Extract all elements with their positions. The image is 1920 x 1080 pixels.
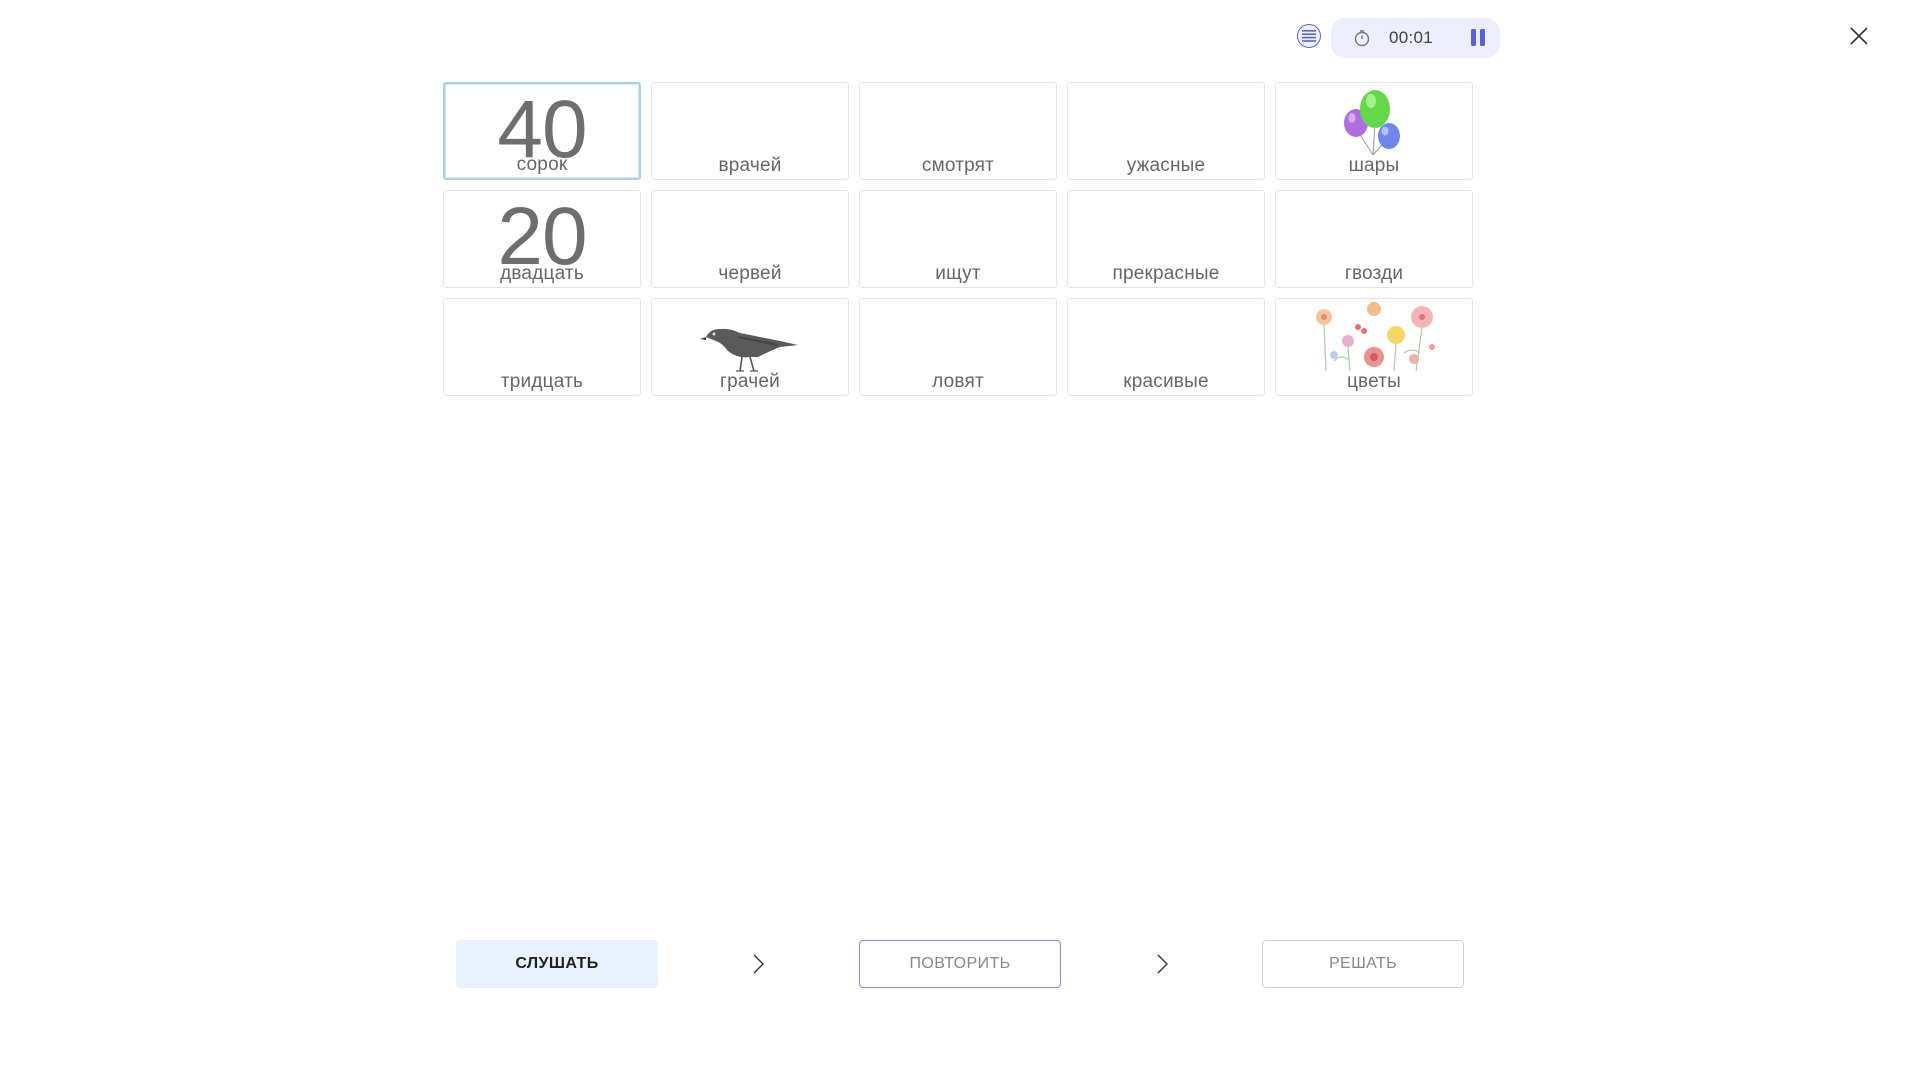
timer-panel: 00:01: [1331, 18, 1500, 58]
listen-button[interactable]: СЛУШАТЬ: [456, 940, 658, 988]
word-grid: 40 сорок врачей смотрят ужасные шары 20 …: [443, 82, 1473, 396]
clock-icon: [1354, 30, 1370, 47]
word-card[interactable]: 20 двадцать: [443, 190, 641, 288]
card-word: шары: [1348, 155, 1400, 176]
close-icon[interactable]: [1848, 25, 1870, 47]
card-word: цветы: [1346, 371, 1402, 392]
card-word: ищут: [935, 263, 981, 284]
card-word: врачей: [718, 155, 782, 176]
chevron-right-icon: [1157, 954, 1168, 974]
timer-value: 00:01: [1389, 28, 1434, 47]
list-icon: [1302, 30, 1316, 42]
word-card[interactable]: ловят: [859, 298, 1057, 396]
card-word: червей: [718, 263, 782, 284]
card-word: тридцать: [500, 371, 584, 392]
card-word: ужасные: [1126, 155, 1206, 176]
word-card[interactable]: гвозди: [1275, 190, 1473, 288]
word-card[interactable]: цветы: [1275, 298, 1473, 396]
list-button[interactable]: [1297, 24, 1321, 48]
word-card[interactable]: тридцать: [443, 298, 641, 396]
word-card[interactable]: червей: [651, 190, 849, 288]
card-word: двадцать: [500, 263, 584, 284]
card-word: сорок: [516, 154, 568, 175]
chevron-right-icon: [753, 954, 764, 974]
card-word: смотрят: [921, 155, 995, 176]
rook-bird-image: [700, 328, 798, 372]
card-word: гвозди: [1344, 263, 1404, 284]
word-card[interactable]: ужасные: [1067, 82, 1265, 180]
word-card[interactable]: красивые: [1067, 298, 1265, 396]
word-card[interactable]: шары: [1275, 82, 1473, 180]
card-word: красивые: [1123, 371, 1209, 392]
card-word: ловят: [932, 371, 984, 392]
word-card[interactable]: 40 сорок: [443, 82, 641, 180]
word-card[interactable]: врачей: [651, 82, 849, 180]
solve-button[interactable]: РЕШАТЬ: [1262, 940, 1464, 988]
word-card[interactable]: смотрят: [859, 82, 1057, 180]
word-card[interactable]: ищут: [859, 190, 1057, 288]
repeat-button[interactable]: ПОВТОРИТЬ: [859, 940, 1061, 988]
word-card[interactable]: прекрасные: [1067, 190, 1265, 288]
balloons-image: [1344, 90, 1400, 156]
pause-icon[interactable]: [1471, 29, 1489, 47]
flowers-image: [1316, 302, 1435, 372]
card-word: грачей: [720, 371, 780, 392]
word-card[interactable]: грачей: [651, 298, 849, 396]
card-word: прекрасные: [1112, 263, 1220, 284]
